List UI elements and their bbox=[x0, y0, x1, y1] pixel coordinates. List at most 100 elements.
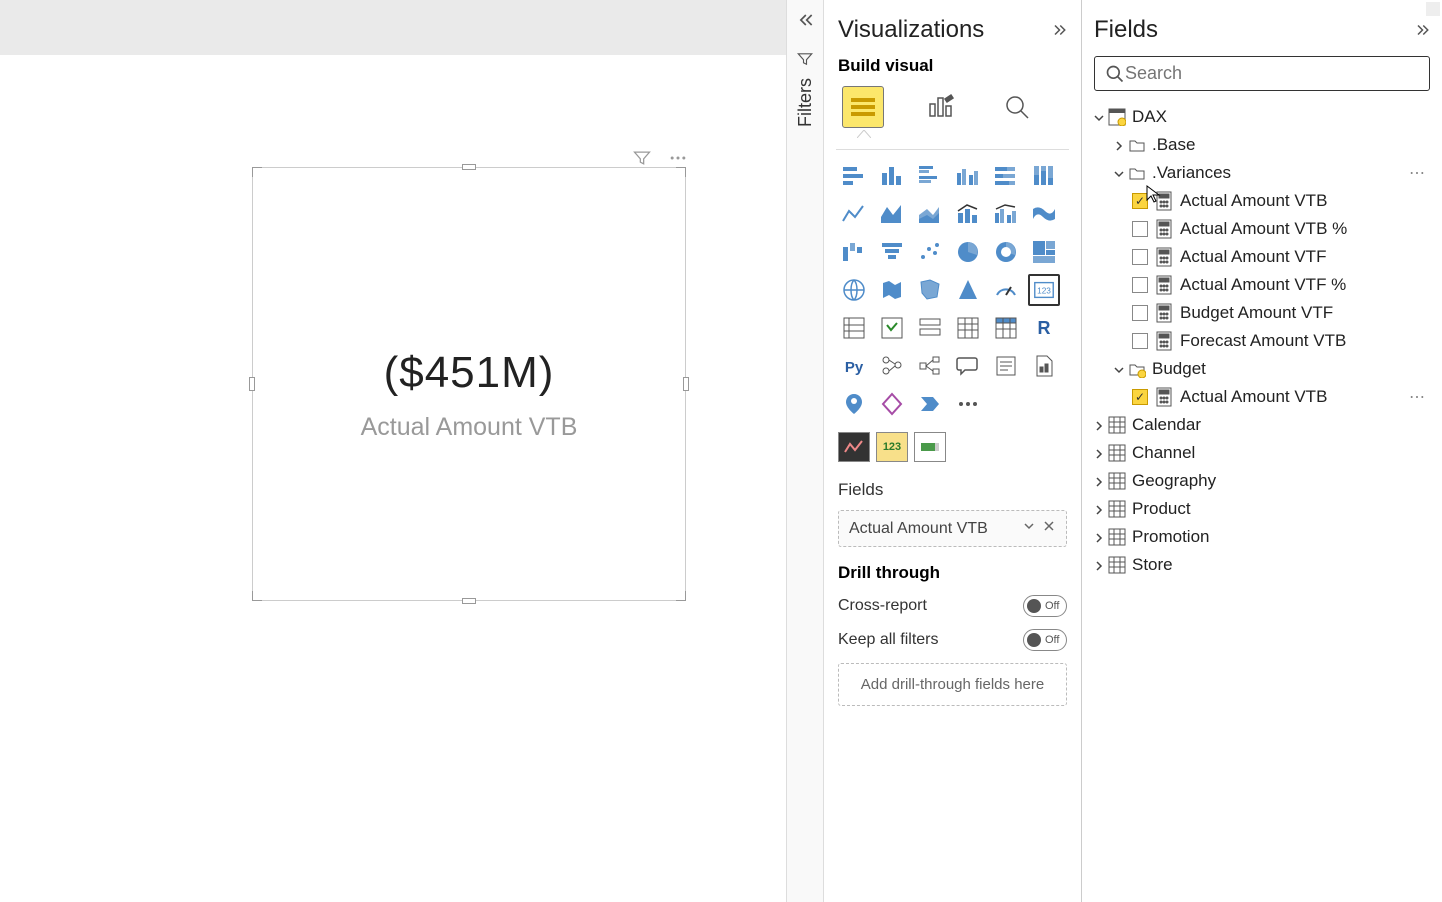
tree-table-dax[interactable]: DAX bbox=[1090, 103, 1434, 131]
slicer-icon[interactable] bbox=[914, 312, 946, 344]
kpi-icon[interactable] bbox=[876, 312, 908, 344]
line-clustered-column-icon[interactable] bbox=[990, 198, 1022, 230]
remove-field-icon[interactable] bbox=[1042, 519, 1056, 538]
clustered-bar-chart-icon[interactable] bbox=[914, 160, 946, 192]
build-visual-tab[interactable] bbox=[842, 86, 884, 128]
stacked-bar-chart-icon[interactable] bbox=[838, 160, 870, 192]
tree-table-calendar[interactable]: Calendar bbox=[1090, 411, 1434, 439]
ribbon-chart-icon[interactable] bbox=[1028, 198, 1060, 230]
tree-field-budget-actual-vtb[interactable]: Actual Amount VTB ⋯ bbox=[1090, 383, 1434, 411]
tree-field-actual-vtb-pct[interactable]: Actual Amount VTB % bbox=[1090, 215, 1434, 243]
fields-search[interactable] bbox=[1094, 56, 1430, 91]
tree-table-store[interactable]: Store bbox=[1090, 551, 1434, 579]
filter-icon[interactable] bbox=[632, 148, 652, 168]
clustered-column-chart-icon[interactable] bbox=[952, 160, 984, 192]
more-options-icon[interactable] bbox=[667, 148, 687, 168]
tree-table-promotion[interactable]: Promotion bbox=[1090, 523, 1434, 551]
filters-pane-collapsed[interactable]: Filters bbox=[786, 0, 824, 902]
card-visual-icon[interactable]: 123 bbox=[1028, 274, 1060, 306]
resize-handle[interactable] bbox=[672, 587, 686, 601]
format-visual-tab[interactable] bbox=[919, 86, 961, 128]
paginated-report-icon[interactable] bbox=[1028, 350, 1060, 382]
tree-field-forecast-vtb[interactable]: Forecast Amount VTB bbox=[1090, 327, 1434, 355]
field-checkbox[interactable] bbox=[1132, 305, 1148, 321]
analytics-tab[interactable] bbox=[996, 86, 1038, 128]
resize-handle[interactable] bbox=[252, 167, 266, 181]
field-checkbox[interactable] bbox=[1132, 249, 1148, 265]
expand-filters-icon[interactable] bbox=[795, 10, 815, 30]
line-stacked-column-icon[interactable] bbox=[952, 198, 984, 230]
resize-handle[interactable] bbox=[462, 164, 476, 170]
more-visuals-icon[interactable] bbox=[952, 388, 984, 420]
custom-visual-1[interactable] bbox=[838, 432, 870, 462]
multi-row-card-icon[interactable] bbox=[838, 312, 870, 344]
tree-table-channel[interactable]: Channel bbox=[1090, 439, 1434, 467]
tree-folder-base[interactable]: .Base bbox=[1090, 131, 1434, 159]
tree-table-geography[interactable]: Geography bbox=[1090, 467, 1434, 495]
power-automate-icon[interactable] bbox=[914, 388, 946, 420]
donut-chart-icon[interactable] bbox=[990, 236, 1022, 268]
search-input[interactable] bbox=[1125, 63, 1419, 84]
shape-map-icon[interactable] bbox=[914, 274, 946, 306]
line-chart-icon[interactable] bbox=[838, 198, 870, 230]
azure-map-icon[interactable] bbox=[952, 274, 984, 306]
keep-filters-toggle[interactable]: Off bbox=[1023, 629, 1067, 651]
field-checkbox[interactable] bbox=[1132, 333, 1148, 349]
filled-map-icon[interactable] bbox=[876, 274, 908, 306]
chevron-down-icon bbox=[1092, 110, 1106, 124]
custom-visual-2[interactable]: 123 bbox=[876, 432, 908, 462]
keep-filters-label: Keep all filters bbox=[838, 631, 939, 649]
drill-through-dropzone[interactable]: Add drill-through fields here bbox=[838, 663, 1067, 706]
scatter-chart-icon[interactable] bbox=[914, 236, 946, 268]
smart-narrative-icon[interactable] bbox=[990, 350, 1022, 382]
tree-field-actual-vtb[interactable]: Actual Amount VTB bbox=[1090, 187, 1434, 215]
resize-handle[interactable] bbox=[462, 598, 476, 604]
resize-handle[interactable] bbox=[672, 167, 686, 181]
field-checkbox[interactable] bbox=[1132, 193, 1148, 209]
qa-visual-icon[interactable] bbox=[952, 350, 984, 382]
report-canvas[interactable]: ($451M) Actual Amount VTB bbox=[0, 0, 786, 902]
calculator-icon bbox=[1156, 331, 1172, 351]
decomposition-tree-icon[interactable] bbox=[914, 350, 946, 382]
table-icon[interactable] bbox=[952, 312, 984, 344]
treemap-icon[interactable] bbox=[1028, 236, 1060, 268]
expand-pane-icon[interactable] bbox=[1412, 21, 1430, 39]
tree-folder-budget[interactable]: Budget bbox=[1090, 355, 1434, 383]
resize-handle[interactable] bbox=[252, 587, 266, 601]
tree-field-actual-vtf[interactable]: Actual Amount VTF bbox=[1090, 243, 1434, 271]
matrix-icon[interactable] bbox=[990, 312, 1022, 344]
gauge-icon[interactable] bbox=[990, 274, 1022, 306]
card-field-label: Actual Amount VTB bbox=[253, 413, 685, 442]
more-options-icon[interactable]: ⋯ bbox=[1409, 163, 1426, 183]
hundred-stacked-column-icon[interactable] bbox=[1028, 160, 1060, 192]
stacked-area-chart-icon[interactable] bbox=[914, 198, 946, 230]
map-icon[interactable] bbox=[838, 274, 870, 306]
field-checkbox[interactable] bbox=[1132, 277, 1148, 293]
power-apps-icon[interactable] bbox=[876, 388, 908, 420]
funnel-chart-icon[interactable] bbox=[876, 236, 908, 268]
pie-chart-icon[interactable] bbox=[952, 236, 984, 268]
stacked-column-chart-icon[interactable] bbox=[876, 160, 908, 192]
arcgis-map-icon[interactable] bbox=[838, 388, 870, 420]
chevron-down-icon[interactable] bbox=[1022, 519, 1036, 538]
custom-visual-3[interactable] bbox=[914, 432, 946, 462]
waterfall-chart-icon[interactable] bbox=[838, 236, 870, 268]
card-value: ($451M) bbox=[253, 348, 685, 398]
field-well[interactable]: Actual Amount VTB bbox=[838, 510, 1067, 547]
field-checkbox[interactable] bbox=[1132, 389, 1148, 405]
more-options-icon[interactable]: ⋯ bbox=[1409, 387, 1426, 407]
expand-pane-icon[interactable] bbox=[1049, 21, 1067, 39]
scroll-corner bbox=[1426, 2, 1440, 16]
field-checkbox[interactable] bbox=[1132, 221, 1148, 237]
python-visual-icon[interactable]: Py bbox=[838, 350, 870, 382]
tree-folder-variances[interactable]: .Variances ⋯ bbox=[1090, 159, 1434, 187]
card-visual[interactable]: ($451M) Actual Amount VTB bbox=[252, 167, 686, 601]
cross-report-toggle[interactable]: Off bbox=[1023, 595, 1067, 617]
area-chart-icon[interactable] bbox=[876, 198, 908, 230]
hundred-stacked-bar-icon[interactable] bbox=[990, 160, 1022, 192]
tree-field-actual-vtf-pct[interactable]: Actual Amount VTF % bbox=[1090, 271, 1434, 299]
tree-table-product[interactable]: Product bbox=[1090, 495, 1434, 523]
key-influencers-icon[interactable] bbox=[876, 350, 908, 382]
r-visual-icon[interactable]: R bbox=[1028, 312, 1060, 344]
tree-field-budget-vtf[interactable]: Budget Amount VTF bbox=[1090, 299, 1434, 327]
